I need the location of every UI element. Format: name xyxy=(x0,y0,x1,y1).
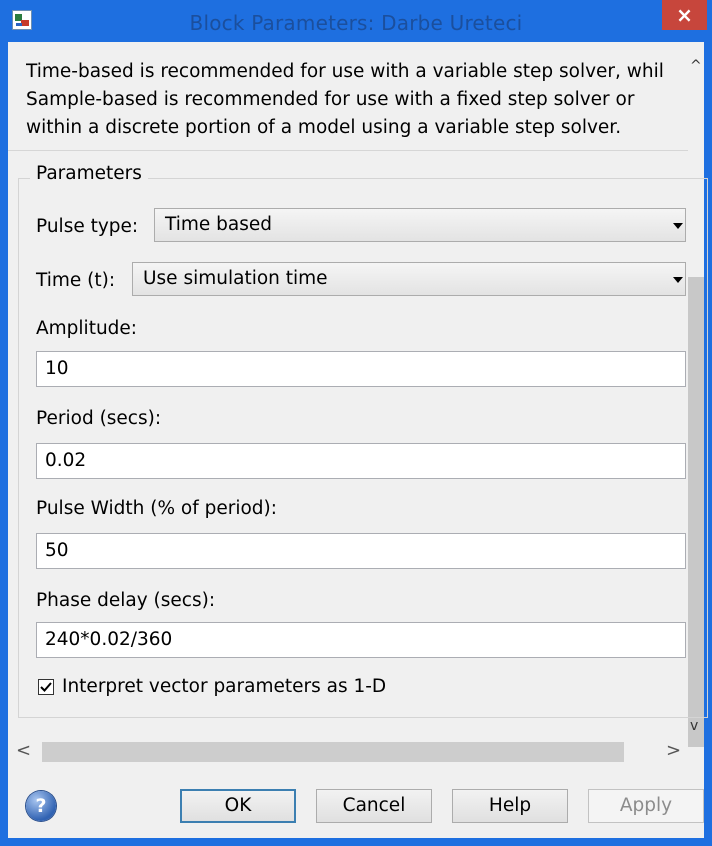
time-dropdown[interactable]: Use simulation time xyxy=(132,262,686,296)
dropdown-arrow-icon xyxy=(673,277,683,283)
description-text: Time-based is recommended for use with a… xyxy=(26,58,681,142)
interpret-vector-label: Interpret vector parameters as 1-D xyxy=(62,676,387,697)
scroll-down-arrow-icon[interactable]: v xyxy=(690,718,698,734)
scroll-up-arrow-icon[interactable]: ^ xyxy=(690,58,702,74)
pulse-type-value: Time based xyxy=(165,214,272,235)
description-line: Sample-based is recommended for use with… xyxy=(26,89,635,110)
time-value: Use simulation time xyxy=(143,268,328,289)
cancel-button[interactable]: Cancel xyxy=(316,789,432,823)
divider xyxy=(8,150,688,151)
phase-delay-field[interactable]: 240*0.02/360 xyxy=(36,622,686,658)
description-line: within a discrete portion of a model usi… xyxy=(26,117,622,138)
description-line: Time-based is recommended for use with a… xyxy=(26,61,664,82)
interpret-vector-checkbox[interactable] xyxy=(38,679,54,695)
dialog-window: Block Parameters: Darbe Ureteci × Time-b… xyxy=(0,0,712,846)
horizontal-scrollbar[interactable]: < > xyxy=(8,738,688,766)
horizontal-scrollbar-thumb[interactable] xyxy=(42,742,624,762)
amplitude-label: Amplitude: xyxy=(36,318,138,339)
pulse-type-label: Pulse type: xyxy=(36,216,139,237)
checkmark-icon xyxy=(40,682,52,692)
time-label: Time (t): xyxy=(36,270,116,291)
scroll-left-arrow-icon[interactable]: < xyxy=(16,740,31,761)
window-title: Block Parameters: Darbe Ureteci xyxy=(189,11,523,35)
period-label: Period (secs): xyxy=(36,408,162,429)
help-question-icon[interactable]: ? xyxy=(26,791,56,821)
parameters-group-title: Parameters xyxy=(30,163,148,184)
ok-button[interactable]: OK xyxy=(180,789,296,823)
dialog-body: Time-based is recommended for use with a… xyxy=(8,42,708,838)
amplitude-field[interactable]: 10 xyxy=(36,351,686,387)
scroll-right-arrow-icon[interactable]: > xyxy=(666,740,681,761)
pulse-width-field[interactable]: 50 xyxy=(36,533,686,569)
apply-button[interactable]: Apply xyxy=(588,789,704,823)
title-bar[interactable]: Block Parameters: Darbe Ureteci × xyxy=(0,0,712,42)
phase-delay-label: Phase delay (secs): xyxy=(36,590,216,611)
help-button[interactable]: Help xyxy=(452,789,568,823)
period-field[interactable]: 0.02 xyxy=(36,443,686,479)
close-button[interactable]: × xyxy=(662,0,707,30)
dropdown-arrow-icon xyxy=(673,223,683,229)
pulse-width-label: Pulse Width (% of period): xyxy=(36,498,277,519)
pulse-type-dropdown[interactable]: Time based xyxy=(154,208,686,242)
